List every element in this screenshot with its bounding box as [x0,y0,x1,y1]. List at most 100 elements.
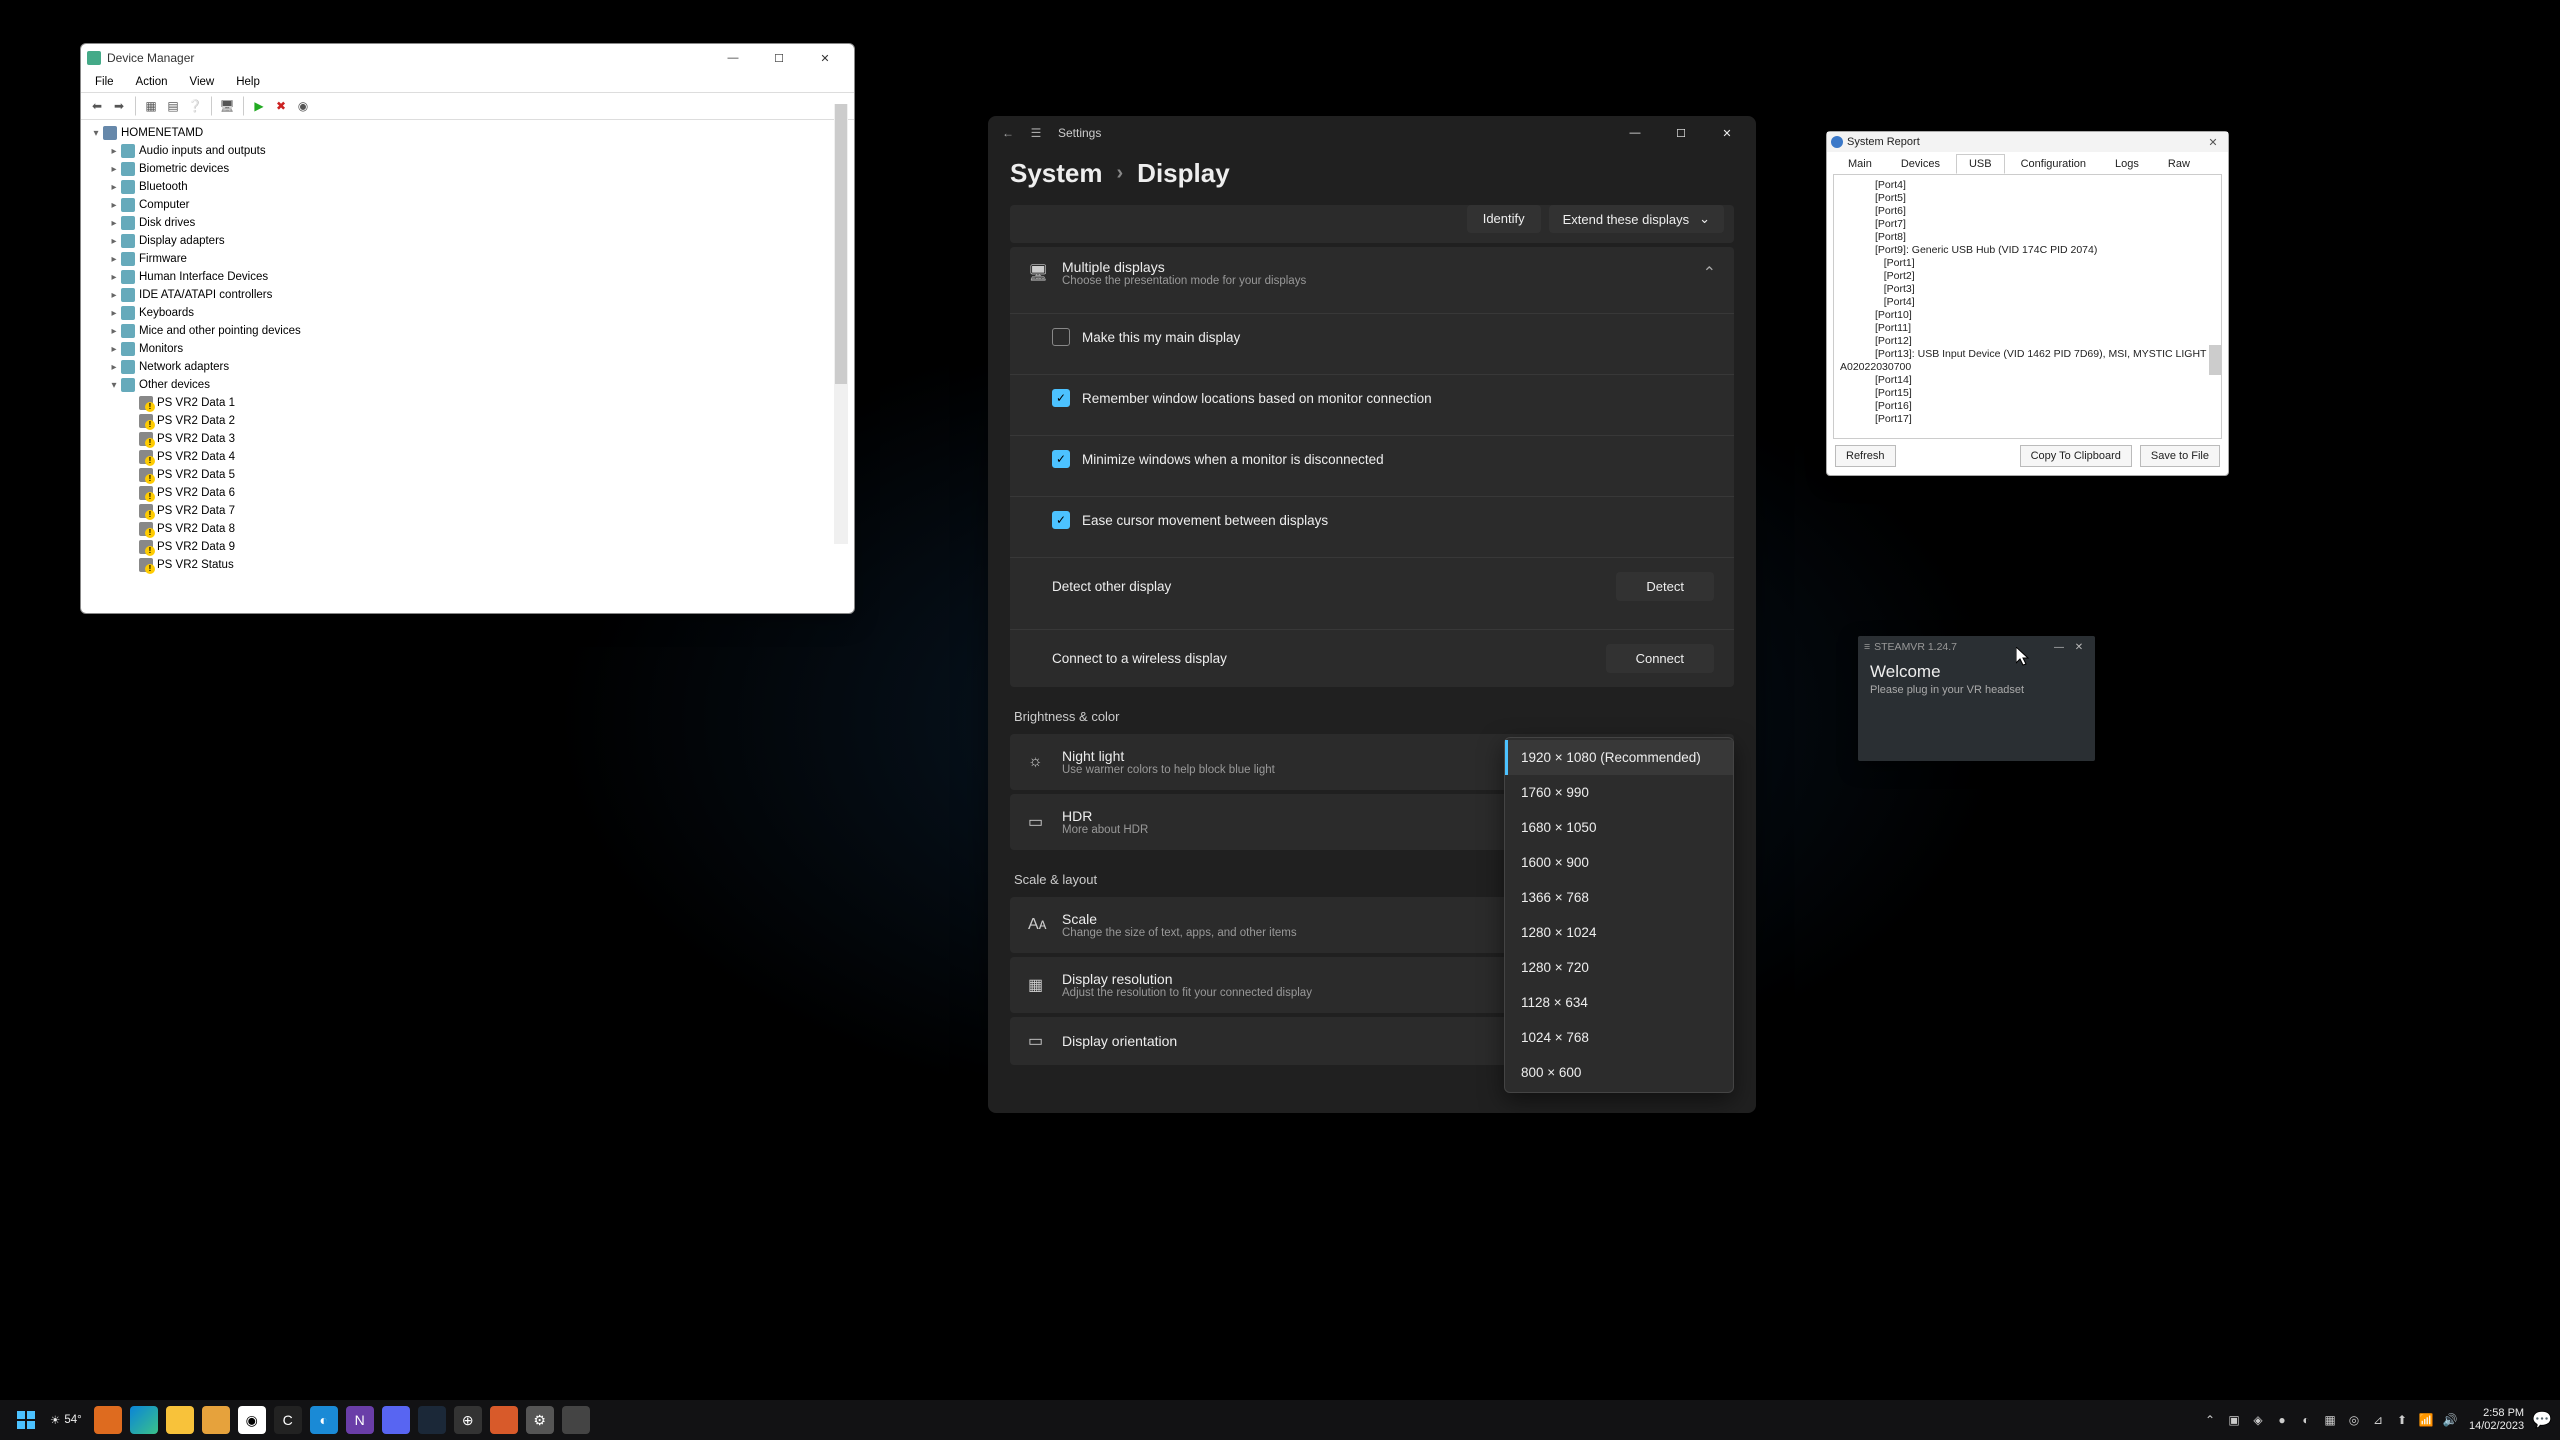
tray-icon[interactable]: ● [2271,1409,2293,1431]
toolbar-icon[interactable]: 🖥 [217,96,237,116]
steam-icon[interactable] [418,1406,446,1434]
tab-usb[interactable]: USB [1956,154,2005,174]
notifications-icon[interactable]: 💬 [2532,1410,2552,1430]
tray-icon[interactable]: ▣ [2223,1409,2245,1431]
tree-node[interactable]: PS VR2 Data 8 [89,520,846,538]
tree-node[interactable]: ▸Bluetooth [89,178,846,196]
tree-node[interactable]: PS VR2 Status [89,556,846,574]
minimize-row[interactable]: ✓ Minimize windows when a monitor is dis… [1010,435,1734,482]
system-tray[interactable]: ⌃ ▣ ◈ ● ◐ ▦ ◎ ⊿ ⬆ 📶 🔊 [2199,1409,2461,1431]
tray-icon[interactable]: ◎ [2343,1409,2365,1431]
wifi-icon[interactable]: 📶 [2415,1409,2437,1431]
tree-node[interactable]: PS VR2 Data 5 [89,466,846,484]
onenote-icon[interactable]: N [346,1406,374,1434]
menu-icon[interactable]: ≡ [1864,641,1870,653]
tree-node[interactable]: ▸IDE ATA/ATAPI controllers [89,286,846,304]
app-icon[interactable]: ⊕ [454,1406,482,1434]
checkbox[interactable]: ✓ [1052,511,1070,529]
app-icon[interactable] [562,1406,590,1434]
tree-node[interactable]: PS VR2 Data 7 [89,502,846,520]
tree-node[interactable]: ▸Monitors [89,340,846,358]
tree-node[interactable]: Other devices [139,379,210,391]
firefox-icon[interactable] [94,1406,122,1434]
taskbar[interactable]: ☀ 54° ◉ C ◐ N ⊕ ⚙ ⌃ ▣ ◈ ● ◐ ▦ ◎ ⊿ ⬆ 📶 🔊 … [0,1400,2560,1440]
tree-node[interactable]: ▸Disk drives [89,214,846,232]
detect-button[interactable]: Detect [1616,572,1714,601]
copy-button[interactable]: Copy To Clipboard [2020,445,2132,467]
settings-titlebar[interactable]: ← ☰ Settings — ☐ ✕ [988,116,1756,150]
tray-icon[interactable]: ▦ [2319,1409,2341,1431]
steamvr-titlebar[interactable]: ≡ STEAMVR 1.24.7 — ✕ [1858,636,2095,658]
tray-icon[interactable]: ⊿ [2367,1409,2389,1431]
tree-node[interactable]: ▸Biometric devices [89,160,846,178]
tree-node[interactable]: ▸Display adapters [89,232,846,250]
device-manager-window[interactable]: Device Manager — ☐ ✕ File Action View He… [80,43,855,614]
resolution-option[interactable]: 1680 × 1050 [1505,810,1733,845]
report-body[interactable]: [Port4] [Port5] [Port6] [Port7] [Port8] … [1833,174,2222,439]
root-node[interactable]: HOMENETAMD [121,127,203,139]
device-tree[interactable]: ▾HOMENETAMD ▸Audio inputs and outputs▸Bi… [81,120,854,611]
close-button[interactable]: ✕ [802,44,848,72]
system-report-window[interactable]: System Report ✕ MainDevicesUSBConfigurat… [1826,131,2229,476]
toolbar-icon[interactable]: ❔ [185,96,205,116]
resolution-option[interactable]: 1024 × 768 [1505,1020,1733,1055]
close-button[interactable]: ✕ [1704,116,1750,150]
save-button[interactable]: Save to File [2140,445,2220,467]
close-button[interactable]: ✕ [2202,136,2224,149]
menu-file[interactable]: File [91,74,118,90]
resolution-option[interactable]: 1128 × 634 [1505,985,1733,1020]
app-icon[interactable] [490,1406,518,1434]
tree-node[interactable]: ▸Human Interface Devices [89,268,846,286]
nav-menu-button[interactable]: ☰ [1022,119,1050,147]
minimize-button[interactable]: — [2049,642,2069,653]
minimize-button[interactable]: — [710,44,756,72]
toolbar-icon[interactable]: ▤ [163,96,183,116]
tree-node[interactable]: ▸Audio inputs and outputs [89,142,846,160]
discord-icon[interactable] [382,1406,410,1434]
tree-node[interactable]: ▸Firmware [89,250,846,268]
remember-row[interactable]: ✓ Remember window locations based on mon… [1010,374,1734,421]
tree-node[interactable]: PS VR2 Data 4 [89,448,846,466]
resolution-option[interactable]: 1600 × 900 [1505,845,1733,880]
back-button[interactable]: ← [994,119,1022,147]
connect-button[interactable]: Connect [1606,644,1714,673]
menu-help[interactable]: Help [232,74,264,90]
tree-node[interactable]: ▸Keyboards [89,304,846,322]
toolbar-icon[interactable]: ◉ [293,96,313,116]
resolution-option[interactable]: 1280 × 1024 [1505,915,1733,950]
resolution-option[interactable]: 1920 × 1080 (Recommended) [1505,740,1733,775]
tray-icon[interactable]: ◐ [2295,1409,2317,1431]
tray-chevron-icon[interactable]: ⌃ [2199,1409,2221,1431]
tree-node[interactable]: ▸Computer [89,196,846,214]
ease-row[interactable]: ✓ Ease cursor movement between displays [1010,496,1734,543]
breadcrumb-system[interactable]: System [1010,158,1103,189]
settings-window[interactable]: ← ☰ Settings — ☐ ✕ System › Display Iden… [988,116,1756,1113]
checkbox[interactable]: ✓ [1052,450,1070,468]
weather-widget[interactable]: ☀ 54° [50,1413,82,1427]
resolution-option[interactable]: 1280 × 720 [1505,950,1733,985]
maximize-button[interactable]: ☐ [1658,116,1704,150]
resolution-option[interactable]: 800 × 600 [1505,1055,1733,1090]
menu-view[interactable]: View [186,74,219,90]
minimize-button[interactable]: — [1612,116,1658,150]
edge-icon[interactable] [130,1406,158,1434]
scrollbar[interactable] [834,104,848,544]
tray-icon[interactable]: ◈ [2247,1409,2269,1431]
resolution-option[interactable]: 1366 × 768 [1505,880,1733,915]
tab-devices[interactable]: Devices [1888,154,1953,174]
identify-button[interactable]: Identify [1467,205,1541,233]
store-icon[interactable] [202,1406,230,1434]
start-button[interactable] [12,1406,40,1434]
resolution-dropdown[interactable]: 1920 × 1080 (Recommended)1760 × 9901680 … [1504,737,1734,1093]
tree-node[interactable]: PS VR2 Data 2 [89,412,846,430]
forward-icon[interactable]: ➡ [109,96,129,116]
settings-icon[interactable]: ⚙ [526,1406,554,1434]
tree-node[interactable]: PS VR2 Data 1 [89,394,846,412]
tab-configuration[interactable]: Configuration [2008,154,2099,174]
toolbar-icon[interactable]: ▶ [249,96,269,116]
multiple-displays-header[interactable]: 🖥 Multiple displays Choose the presentat… [1010,247,1734,299]
tree-node[interactable]: ▸Network adapters [89,358,846,376]
tree-node[interactable]: PS VR2 Data 3 [89,430,846,448]
tab-main[interactable]: Main [1835,154,1885,174]
scrollbar-thumb[interactable] [2209,345,2221,375]
